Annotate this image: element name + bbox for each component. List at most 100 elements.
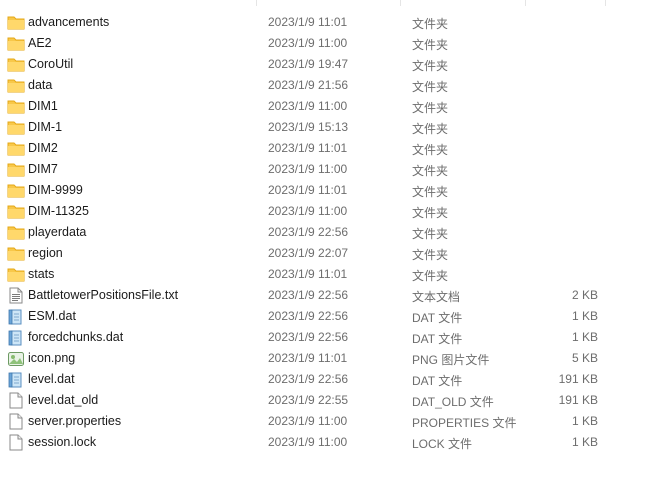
file-row[interactable]: DIM-9999 2023/1/9 11:01 文件夹 xyxy=(0,180,656,201)
file-row[interactable]: forcedchunks.dat 2023/1/9 22:56 DAT 文件 1… xyxy=(0,327,656,348)
column-separator[interactable] xyxy=(605,0,606,6)
file-row[interactable]: session.lock 2023/1/9 11:00 LOCK 文件 1 KB xyxy=(0,432,656,453)
file-size: 1 KB xyxy=(571,414,598,428)
folder-icon xyxy=(7,56,25,73)
dat-file-icon xyxy=(7,308,25,325)
file-row[interactable]: BattletowerPositionsFile.txt 2023/1/9 22… xyxy=(0,285,656,306)
file-size: 5 KB xyxy=(571,351,598,365)
file-row[interactable]: stats 2023/1/9 11:01 文件夹 xyxy=(0,264,656,285)
file-name: BattletowerPositionsFile.txt xyxy=(28,288,179,302)
file-type: 文件夹 xyxy=(412,164,449,178)
file-row[interactable]: level.dat 2023/1/9 22:56 DAT 文件 191 KB xyxy=(0,369,656,390)
file-modified-date: 2023/1/9 22:56 xyxy=(268,330,349,344)
file-name: DIM-9999 xyxy=(28,183,83,197)
file-row[interactable]: icon.png 2023/1/9 11:01 PNG 图片文件 5 KB xyxy=(0,348,656,369)
file-modified-date: 2023/1/9 11:00 xyxy=(268,99,348,113)
file-name: region xyxy=(28,246,63,260)
folder-icon xyxy=(7,203,25,220)
file-modified-date: 2023/1/9 11:00 xyxy=(268,435,348,449)
file-name: stats xyxy=(28,267,55,281)
file-row[interactable]: level.dat_old 2023/1/9 22:55 DAT_OLD 文件 … xyxy=(0,390,656,411)
file-row[interactable]: server.properties 2023/1/9 11:00 PROPERT… xyxy=(0,411,656,432)
folder-icon xyxy=(7,245,25,262)
file-type: DAT_OLD 文件 xyxy=(412,395,494,409)
file-size: 191 KB xyxy=(558,372,598,386)
file-type: 文件夹 xyxy=(412,227,449,241)
file-type: 文件夹 xyxy=(412,17,449,31)
file-row[interactable]: DIM-11325 2023/1/9 11:00 文件夹 xyxy=(0,201,656,222)
file-name: DIM-1 xyxy=(28,120,63,134)
file-name: DIM7 xyxy=(28,162,58,176)
file-modified-date: 2023/1/9 22:55 xyxy=(268,393,349,407)
file-name: icon.png xyxy=(28,351,76,365)
file-type: 文件夹 xyxy=(412,80,449,94)
file-row[interactable]: DIM1 2023/1/9 11:00 文件夹 xyxy=(0,96,656,117)
file-modified-date: 2023/1/9 11:00 xyxy=(268,36,348,50)
file-type: PROPERTIES 文件 xyxy=(412,416,517,430)
file-type: DAT 文件 xyxy=(412,311,463,325)
file-type: 文件夹 xyxy=(412,38,449,52)
file-type: 文件夹 xyxy=(412,122,449,136)
file-modified-date: 2023/1/9 11:00 xyxy=(268,204,348,218)
blank-file-icon xyxy=(7,413,25,430)
file-type: 文件夹 xyxy=(412,206,449,220)
file-type: 文件夹 xyxy=(412,269,449,283)
file-row[interactable]: data 2023/1/9 21:56 文件夹 xyxy=(0,75,656,96)
file-modified-date: 2023/1/9 11:01 xyxy=(268,183,348,197)
file-row[interactable]: DIM2 2023/1/9 11:01 文件夹 xyxy=(0,138,656,159)
file-modified-date: 2023/1/9 19:47 xyxy=(268,57,349,71)
blank-file-icon xyxy=(7,392,25,409)
file-name: ESM.dat xyxy=(28,309,76,323)
column-separator[interactable] xyxy=(400,0,401,6)
column-separator[interactable] xyxy=(525,0,526,6)
file-name: advancements xyxy=(28,15,110,29)
file-modified-date: 2023/1/9 11:01 xyxy=(268,141,348,155)
dat-file-icon xyxy=(7,371,25,388)
file-row[interactable]: region 2023/1/9 22:07 文件夹 xyxy=(0,243,656,264)
file-modified-date: 2023/1/9 11:01 xyxy=(268,15,348,29)
dat-file-icon xyxy=(7,329,25,346)
file-name: DIM2 xyxy=(28,141,58,155)
file-name: playerdata xyxy=(28,225,87,239)
file-type: 文件夹 xyxy=(412,185,449,199)
png-file-icon xyxy=(7,350,25,367)
folder-icon xyxy=(7,224,25,241)
file-name: server.properties xyxy=(28,414,122,428)
file-type: 文本文档 xyxy=(412,290,461,304)
file-row[interactable]: advancements 2023/1/9 11:01 文件夹 xyxy=(0,12,656,33)
file-size: 1 KB xyxy=(571,435,598,449)
folder-icon xyxy=(7,14,25,31)
file-modified-date: 2023/1/9 11:00 xyxy=(268,414,348,428)
folder-icon xyxy=(7,77,25,94)
file-type: LOCK 文件 xyxy=(412,437,473,451)
file-modified-date: 2023/1/9 11:01 xyxy=(268,267,348,281)
file-row[interactable]: DIM-1 2023/1/9 15:13 文件夹 xyxy=(0,117,656,138)
file-row[interactable]: AE2 2023/1/9 11:00 文件夹 xyxy=(0,33,656,54)
file-type: 文件夹 xyxy=(412,101,449,115)
folder-icon xyxy=(7,140,25,157)
file-size: 1 KB xyxy=(571,330,598,344)
file-name: DIM-11325 xyxy=(28,204,89,218)
file-modified-date: 2023/1/9 21:56 xyxy=(268,78,349,92)
file-row[interactable]: ESM.dat 2023/1/9 22:56 DAT 文件 1 KB xyxy=(0,306,656,327)
column-separator[interactable] xyxy=(256,0,257,6)
file-name: level.dat_old xyxy=(28,393,99,407)
column-header-separators xyxy=(0,0,656,6)
file-row[interactable]: DIM7 2023/1/9 11:00 文件夹 xyxy=(0,159,656,180)
file-size: 191 KB xyxy=(558,393,598,407)
file-type: DAT 文件 xyxy=(412,374,463,388)
file-modified-date: 2023/1/9 15:13 xyxy=(268,120,349,134)
file-type: 文件夹 xyxy=(412,143,449,157)
file-modified-date: 2023/1/9 11:01 xyxy=(268,351,348,365)
file-size: 2 KB xyxy=(571,288,598,302)
file-modified-date: 2023/1/9 22:56 xyxy=(268,309,349,323)
folder-icon xyxy=(7,266,25,283)
file-row[interactable]: CoroUtil 2023/1/9 19:47 文件夹 xyxy=(0,54,656,75)
file-type: PNG 图片文件 xyxy=(412,353,490,367)
file-row[interactable]: playerdata 2023/1/9 22:56 文件夹 xyxy=(0,222,656,243)
file-name: CoroUtil xyxy=(28,57,74,71)
file-type: DAT 文件 xyxy=(412,332,463,346)
folder-icon xyxy=(7,182,25,199)
text-file-icon xyxy=(7,287,25,304)
file-modified-date: 2023/1/9 22:56 xyxy=(268,225,349,239)
